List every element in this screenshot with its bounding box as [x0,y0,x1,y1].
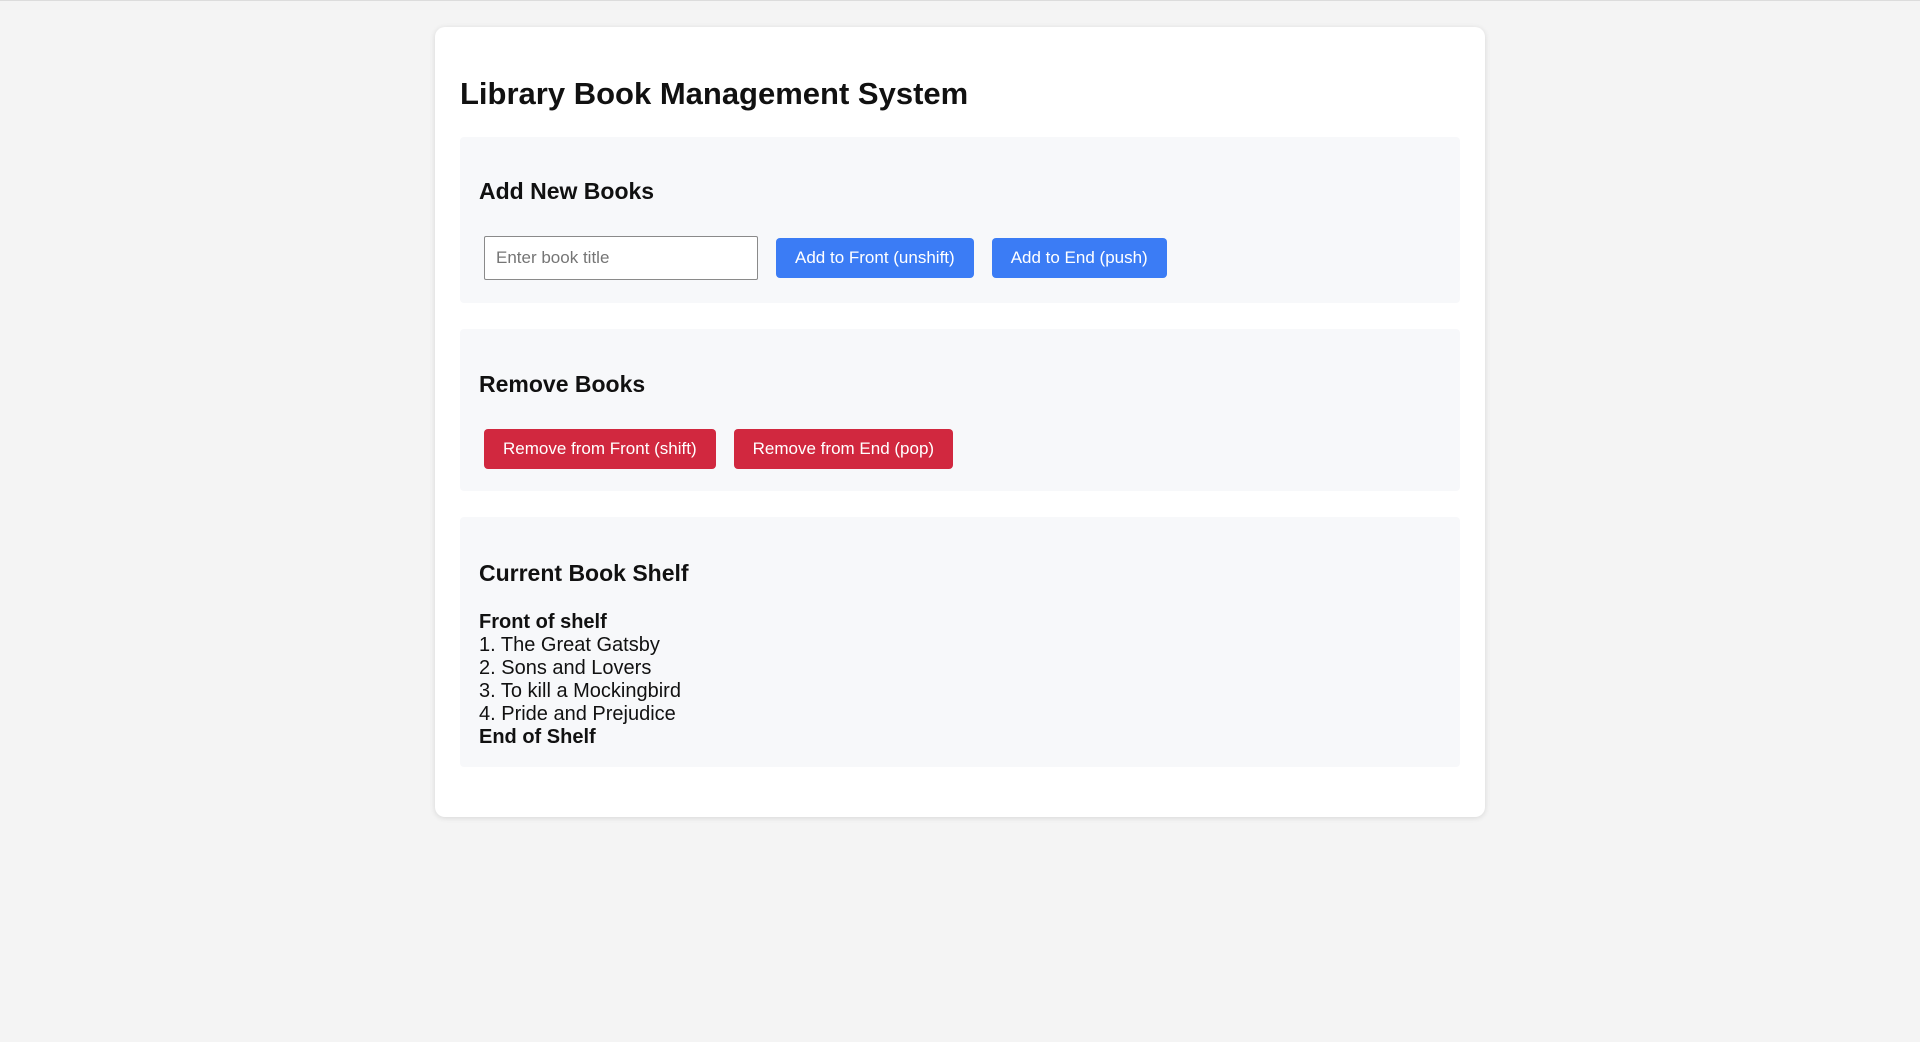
front-of-shelf-label: Front of shelf [479,611,607,633]
end-of-shelf-label: End of Shelf [479,726,596,748]
book-list-item: 3. To kill a Mockingbird [479,680,681,702]
book-shelf-heading: Current Book Shelf [479,560,689,586]
page-title: Library Book Management System [460,76,969,111]
add-to-front-button[interactable]: Add to Front (unshift) [776,238,974,278]
book-title-input[interactable] [484,236,758,280]
book-list-item: 2. Sons and Lovers [479,657,652,679]
remove-books-heading: Remove Books [479,371,646,397]
add-to-end-button[interactable]: Add to End (push) [991,238,1167,278]
book-shelf-section: Current Book Shelf Front of shelf 1. The… [460,517,1460,767]
book-list-item: 4. Pride and Prejudice [479,703,676,725]
top-border [0,0,1920,1]
add-books-section: Add New Books Add to Front (unshift) Add… [460,137,1460,303]
book-shelf-display: Front of shelf 1. The Great Gatsby 2. So… [479,611,681,749]
remove-from-end-button[interactable]: Remove from End (pop) [733,429,954,469]
book-list: 1. The Great Gatsby 2. Sons and Lovers 3… [479,634,681,726]
remove-from-front-button[interactable]: Remove from Front (shift) [484,429,716,469]
add-books-controls: Add to Front (unshift) Add to End (push) [484,236,1167,280]
add-books-heading: Add New Books [479,178,655,204]
book-list-item: 1. The Great Gatsby [479,634,660,656]
remove-books-controls: Remove from Front (shift) Remove from En… [484,429,954,469]
remove-books-section: Remove Books Remove from Front (shift) R… [460,329,1460,491]
main-container: Library Book Management System Add New B… [435,27,1485,817]
